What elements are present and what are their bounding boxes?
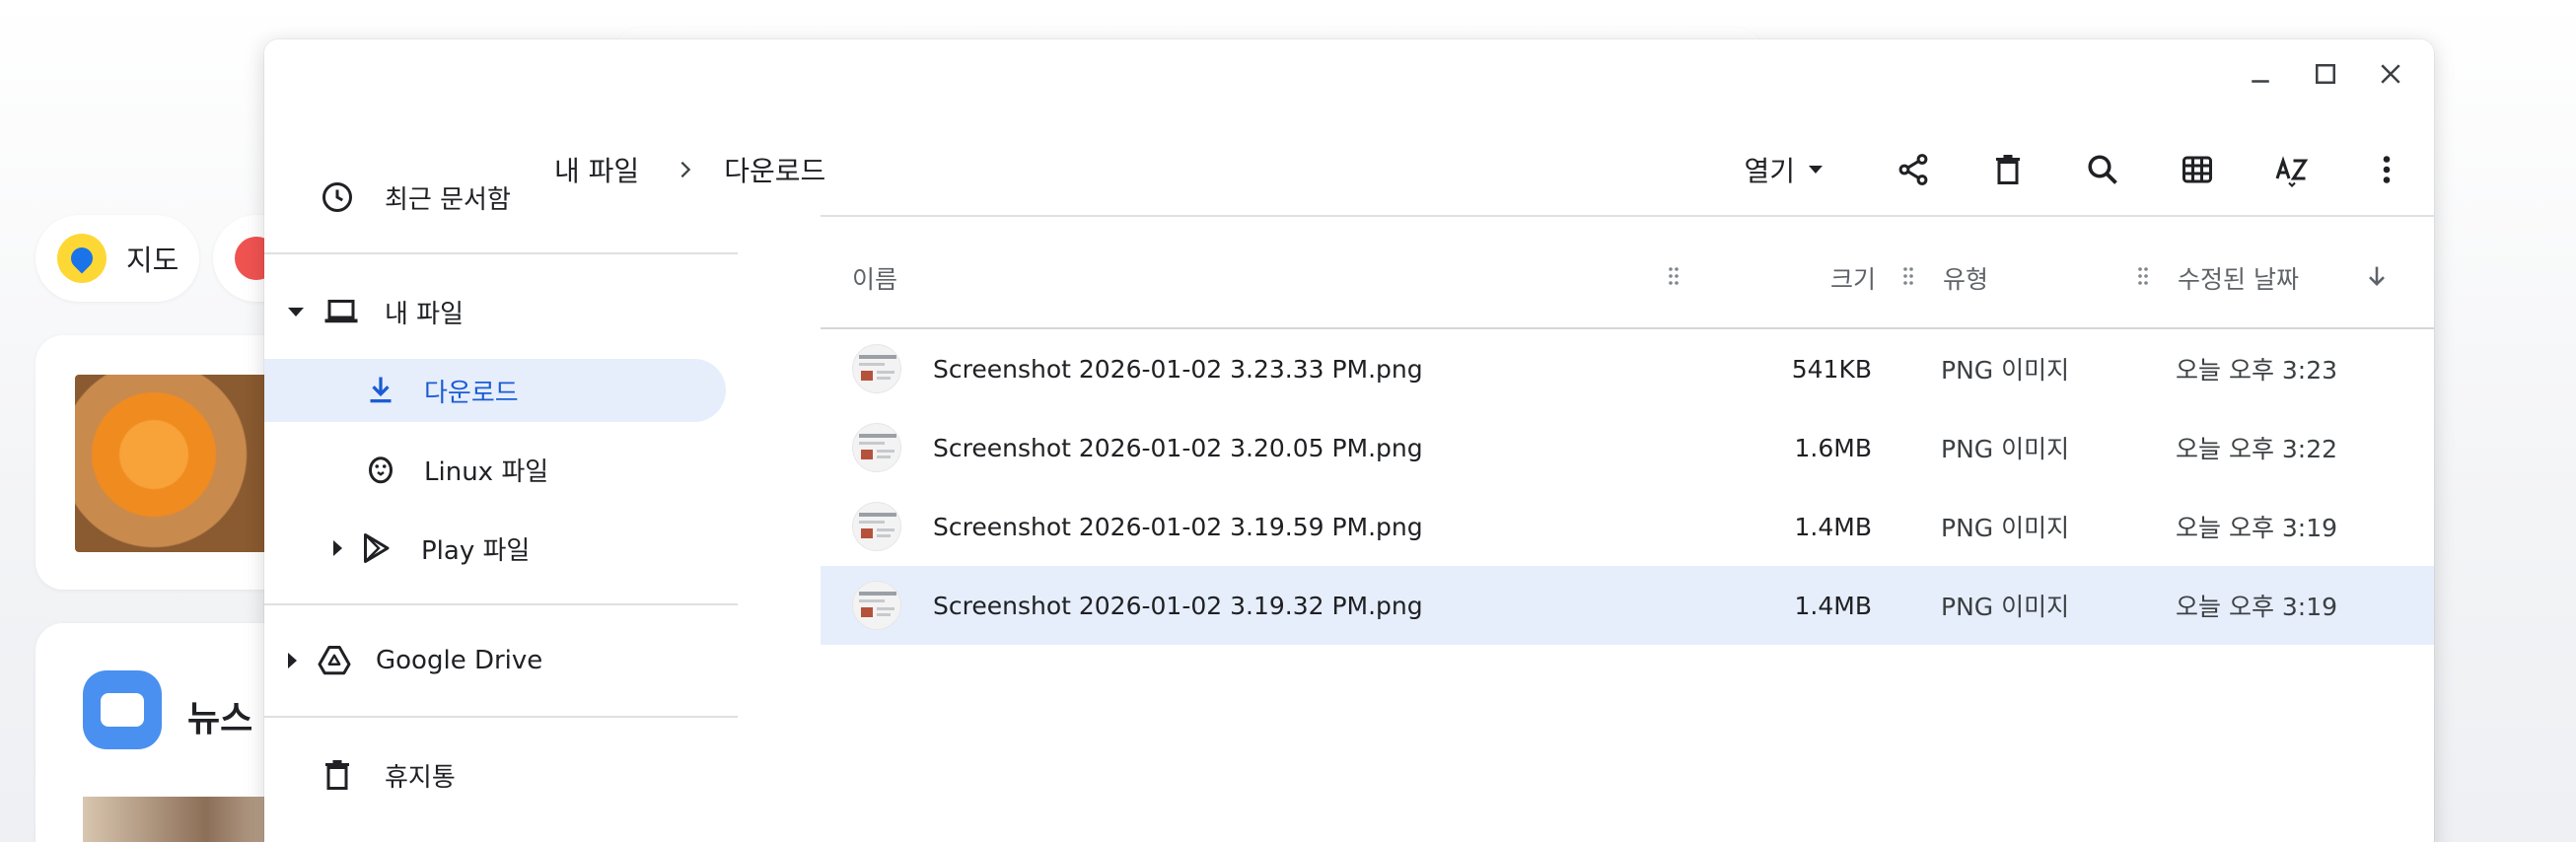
food-image <box>75 375 272 552</box>
column-header-size[interactable]: 크기 <box>1830 260 1876 296</box>
grid-icon <box>2182 156 2212 183</box>
table-row[interactable]: Screenshot 2026-01-02 3.23.33 PM.png 541K… <box>821 329 2434 408</box>
open-button-label: 열기 <box>1744 155 1795 187</box>
trash-icon <box>1996 155 2020 184</box>
column-resize-handle[interactable] <box>2136 264 2150 288</box>
column-header-name[interactable]: 이름 <box>852 260 897 296</box>
share-icon <box>1898 154 1928 185</box>
grid-view-button[interactable] <box>2150 130 2245 209</box>
breadcrumb-root[interactable]: 내 파일 <box>554 150 639 189</box>
sidebar-divider <box>264 252 738 254</box>
sidebar-item-label: 최근 문서함 <box>385 184 511 215</box>
sidebar-item-label: 다운로드 <box>424 378 519 408</box>
share-button[interactable] <box>1866 130 1961 209</box>
sort-az-icon <box>2275 156 2309 187</box>
sidebar-item-my-files[interactable]: 내 파일 <box>264 280 738 343</box>
maps-chip-label: 지도 <box>126 244 179 277</box>
sidebar-item-google-drive[interactable]: Google Drive <box>264 629 738 692</box>
minimize-button[interactable] <box>2233 46 2288 102</box>
file-name: Screenshot 2026-01-02 3.19.59 PM.png <box>933 512 1423 541</box>
file-modified: 오늘 오후 3:19 <box>2176 514 2338 542</box>
toolbar-divider <box>821 215 2434 217</box>
more-vert-icon <box>2383 156 2391 183</box>
file-type: PNG 이미지 <box>1941 435 2070 463</box>
map-pin-icon <box>57 234 107 283</box>
file-size: 1.4MB <box>1794 591 1872 620</box>
sidebar-item-linux[interactable]: Linux 파일 <box>264 438 738 501</box>
dropdown-arrow-icon <box>1809 166 1823 174</box>
sidebar-item-label: 휴지통 <box>385 762 456 793</box>
sidebar-item-play[interactable]: Play 파일 <box>264 517 738 580</box>
close-button[interactable] <box>2363 46 2418 102</box>
sidebar: 최근 문서함 내 파일 다운로드 Linux 파일 Play 파일 Google… <box>264 108 738 842</box>
penguin-icon <box>369 456 393 484</box>
file-type: PNG 이미지 <box>1941 356 2070 385</box>
sidebar-divider <box>264 716 738 718</box>
files-window: 최근 문서함 내 파일 다운로드 Linux 파일 Play 파일 Google… <box>264 39 2434 842</box>
file-modified: 오늘 오후 3:19 <box>2176 593 2338 621</box>
file-thumbnail <box>852 581 901 630</box>
laptop-icon <box>324 300 358 323</box>
file-thumbnail <box>852 423 901 472</box>
news-label: 뉴스 <box>187 699 253 739</box>
expand-arrow-icon[interactable] <box>288 307 304 316</box>
breadcrumb-current[interactable]: 다운로드 <box>724 150 825 189</box>
toolbar-actions: 열기 <box>1744 130 2434 209</box>
clock-icon <box>322 182 352 212</box>
column-resize-handle[interactable] <box>1901 264 1915 288</box>
search-button[interactable] <box>2055 130 2150 209</box>
sidebar-item-downloads[interactable]: 다운로드 <box>264 359 726 422</box>
file-name: Screenshot 2026-01-02 3.20.05 PM.png <box>933 433 1423 462</box>
close-icon <box>2381 64 2400 84</box>
table-row[interactable]: Screenshot 2026-01-02 3.19.32 PM.png 1.4M… <box>821 566 2434 645</box>
file-size: 1.6MB <box>1794 433 1872 462</box>
file-thumbnail <box>852 344 901 393</box>
table-row[interactable]: Screenshot 2026-01-02 3.20.05 PM.png 1.6M… <box>821 408 2434 487</box>
google-drive-icon <box>318 646 351 675</box>
maps-chip[interactable]: 지도 <box>36 215 199 302</box>
download-icon <box>370 377 392 403</box>
play-store-icon <box>364 533 390 563</box>
table-row[interactable]: Screenshot 2026-01-02 3.19.59 PM.png 1.4M… <box>821 487 2434 566</box>
expand-arrow-icon[interactable] <box>333 540 342 556</box>
file-modified: 오늘 오후 3:23 <box>2176 356 2338 385</box>
sidebar-divider <box>264 603 738 605</box>
file-size: 541KB <box>1791 354 1872 384</box>
sidebar-item-label: Linux 파일 <box>424 456 549 487</box>
sidebar-item-label: Google Drive <box>376 646 543 675</box>
file-type: PNG 이미지 <box>1941 514 2070 542</box>
sidebar-item-label: Play 파일 <box>421 535 531 566</box>
sort-button[interactable] <box>2245 130 2339 209</box>
news-icon <box>83 670 162 749</box>
maximize-button[interactable] <box>2298 46 2353 102</box>
column-header-type[interactable]: 유형 <box>1943 260 1988 296</box>
file-name: Screenshot 2026-01-02 3.23.33 PM.png <box>933 354 1423 384</box>
minimize-icon <box>2252 80 2269 83</box>
chevron-right-icon <box>680 161 691 178</box>
column-header-modified[interactable]: 수정된 날짜 <box>2178 260 2299 296</box>
sort-descending-arrow-icon <box>2369 266 2385 286</box>
search-icon <box>2088 155 2117 184</box>
file-type: PNG 이미지 <box>1941 593 2070 621</box>
trash-icon <box>325 760 349 790</box>
toolbar: 내 파일 다운로드 열기 <box>554 130 2434 209</box>
expand-arrow-icon[interactable] <box>288 653 297 668</box>
more-options-button[interactable] <box>2339 130 2434 209</box>
file-size: 1.4MB <box>1794 512 1872 541</box>
file-thumbnail <box>852 502 901 551</box>
delete-button[interactable] <box>1961 130 2055 209</box>
file-modified: 오늘 오후 3:22 <box>2176 435 2338 463</box>
table-header: 이름 크기 유형 수정된 날짜 <box>821 248 2434 304</box>
file-name: Screenshot 2026-01-02 3.19.32 PM.png <box>933 591 1423 620</box>
maximize-icon <box>2316 64 2335 84</box>
window-caption-buttons <box>2233 39 2434 108</box>
open-button[interactable]: 열기 <box>1744 150 1823 189</box>
sidebar-item-trash[interactable]: 휴지통 <box>264 743 738 807</box>
sidebar-item-label: 내 파일 <box>385 299 465 329</box>
column-resize-handle[interactable] <box>1667 264 1681 288</box>
